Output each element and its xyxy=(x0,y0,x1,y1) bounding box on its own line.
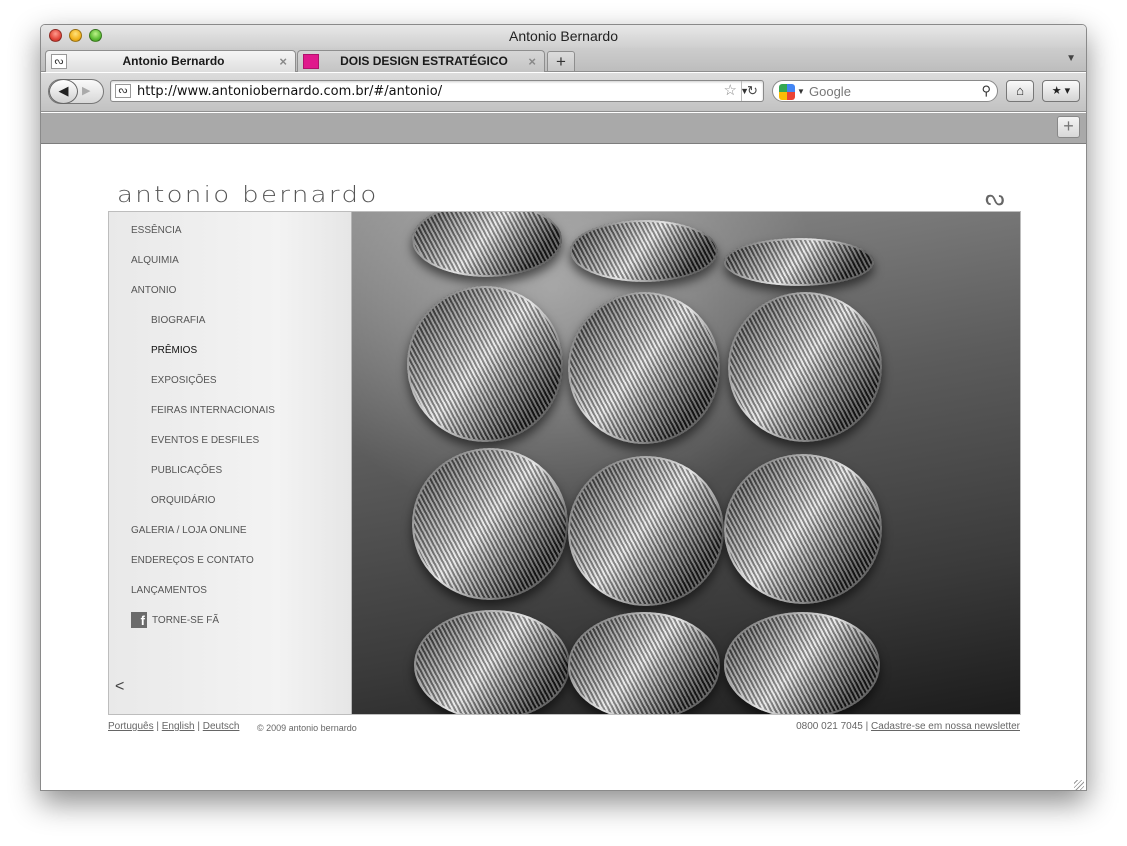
reload-button[interactable]: ↻ xyxy=(741,81,763,101)
zoom-window-button[interactable] xyxy=(89,29,102,42)
search-icon[interactable]: ⚲ xyxy=(981,81,991,101)
disc-shape xyxy=(412,212,562,277)
menu-item-exposicoes[interactable]: EXPOSIÇÕES xyxy=(151,375,217,386)
menu-item-biografia[interactable]: BIOGRAFIA xyxy=(151,315,205,326)
engine-dropdown-icon[interactable]: ▼ xyxy=(797,81,805,102)
back-forward-buttons: ◀ ▶ xyxy=(48,79,104,104)
separator: | xyxy=(197,721,200,732)
search-bar[interactable]: ▼ Google ⚲ xyxy=(772,80,998,102)
tab-label: Antonio Bernardo xyxy=(122,54,225,68)
bookmarks-button[interactable]: ★ ▾ xyxy=(1042,80,1080,102)
separator: | xyxy=(156,721,159,732)
lang-portugues-link[interactable]: Português xyxy=(108,721,154,732)
bookmarks-toolbar: + xyxy=(41,113,1086,144)
forward-button[interactable]: ▶ xyxy=(82,80,90,103)
new-tab-button[interactable]: + xyxy=(547,51,575,72)
disc-shape xyxy=(568,292,720,444)
url-bar[interactable]: ᔓ http://www.antoniobernardo.com.br/#/an… xyxy=(110,80,764,102)
jewelry-photo xyxy=(352,212,1020,714)
site-menu: ESSÊNCIA ALQUIMIA ANTONIO BIOGRAFIA PRÊM… xyxy=(109,212,352,714)
add-button[interactable]: + xyxy=(1057,116,1080,138)
tab-label: DOIS DESIGN ESTRATÉGICO xyxy=(340,54,508,68)
disc-shape xyxy=(724,612,880,714)
footer-contact: 0800 021 7045 | Cadastre-se em nossa new… xyxy=(796,721,1020,732)
menu-item-torne-se-fa[interactable]: TORNE-SE FÃ xyxy=(152,615,219,626)
page-content: antonio bernardo ᔓ ESSÊNCIA ALQUIMIA ANT… xyxy=(41,145,1086,790)
disc-shape xyxy=(568,612,720,714)
lang-english-link[interactable]: English xyxy=(162,721,195,732)
menu-item-antonio[interactable]: ANTONIO xyxy=(131,285,176,296)
tab-antonio-bernardo[interactable]: ᔓ Antonio Bernardo × xyxy=(45,50,296,72)
close-tab-icon[interactable]: × xyxy=(279,51,287,72)
close-window-button[interactable] xyxy=(49,29,62,42)
menu-item-eventos[interactable]: EVENTOS E DESFILES xyxy=(151,435,259,446)
menu-item-premios[interactable]: PRÊMIOS xyxy=(151,345,197,356)
tab-strip: ᔓ Antonio Bernardo × DOIS DESIGN ESTRATÉ… xyxy=(41,48,1086,72)
site-favicon-icon: ᔓ xyxy=(51,54,67,69)
tab-dois-design[interactable]: DOIS DESIGN ESTRATÉGICO × xyxy=(297,50,545,72)
lang-deutsch-link[interactable]: Deutsch xyxy=(203,721,240,732)
site-logo[interactable]: antonio bernardo xyxy=(117,183,379,208)
tab-list-menu-icon[interactable]: ▼ xyxy=(1066,53,1076,64)
home-button[interactable]: ⌂ xyxy=(1006,80,1034,102)
window-title: Antonio Bernardo xyxy=(509,28,618,44)
menu-item-orquidario[interactable]: ORQUIDÁRIO xyxy=(151,495,215,506)
bookmark-star-icon[interactable]: ☆ xyxy=(724,81,737,101)
newsletter-link[interactable]: Cadastre-se em nossa newsletter xyxy=(871,721,1020,732)
window-controls xyxy=(49,29,102,42)
menu-item-essencia[interactable]: ESSÊNCIA xyxy=(131,225,182,236)
language-links: Português | English | Deutsch xyxy=(108,721,239,732)
menu-item-alquimia[interactable]: ALQUIMIA xyxy=(131,255,179,266)
title-bar: Antonio Bernardo xyxy=(41,25,1086,48)
phone-number: 0800 021 7045 xyxy=(796,721,863,732)
facebook-icon[interactable]: f xyxy=(131,612,147,628)
resize-grip-icon[interactable] xyxy=(1074,780,1084,790)
disc-shape xyxy=(407,286,563,442)
disc-shape xyxy=(568,456,724,606)
close-tab-icon[interactable]: × xyxy=(528,51,536,72)
disc-shape xyxy=(728,292,882,442)
back-button[interactable]: ◀ xyxy=(49,79,78,104)
disc-shape xyxy=(724,238,874,286)
menu-item-galeria[interactable]: GALERIA / LOJA ONLINE xyxy=(131,525,247,536)
pink-favicon-icon xyxy=(303,54,319,69)
search-input[interactable]: Google xyxy=(809,81,851,102)
disc-shape xyxy=(724,454,882,604)
google-engine-icon[interactable] xyxy=(779,84,795,100)
minimize-window-button[interactable] xyxy=(69,29,82,42)
url-text[interactable]: http://www.antoniobernardo.com.br/#/anto… xyxy=(137,81,442,102)
menu-item-feiras[interactable]: FEIRAS INTERNACIONAIS xyxy=(151,405,275,416)
menu-item-enderecos[interactable]: ENDEREÇOS E CONTATO xyxy=(131,555,254,566)
copyright: © 2009 antonio bernardo xyxy=(257,723,357,733)
disc-shape xyxy=(570,220,718,282)
site-frame: ESSÊNCIA ALQUIMIA ANTONIO BIOGRAFIA PRÊM… xyxy=(108,211,1021,715)
disc-shape xyxy=(414,610,570,714)
menu-item-publicacoes[interactable]: PUBLICAÇÕES xyxy=(151,465,222,476)
logo-mark-icon: ᔓ xyxy=(985,185,1005,210)
navigation-toolbar: ◀ ▶ ᔓ http://www.antoniobernardo.com.br/… xyxy=(41,73,1086,112)
browser-window: Antonio Bernardo ᔓ Antonio Bernardo × DO… xyxy=(40,24,1087,791)
disc-shape xyxy=(412,448,568,600)
menu-item-lancamentos[interactable]: LANÇAMENTOS xyxy=(131,585,207,596)
site-favicon-icon: ᔓ xyxy=(115,84,131,98)
separator: | xyxy=(865,721,869,732)
previous-arrow[interactable]: < xyxy=(115,678,124,696)
